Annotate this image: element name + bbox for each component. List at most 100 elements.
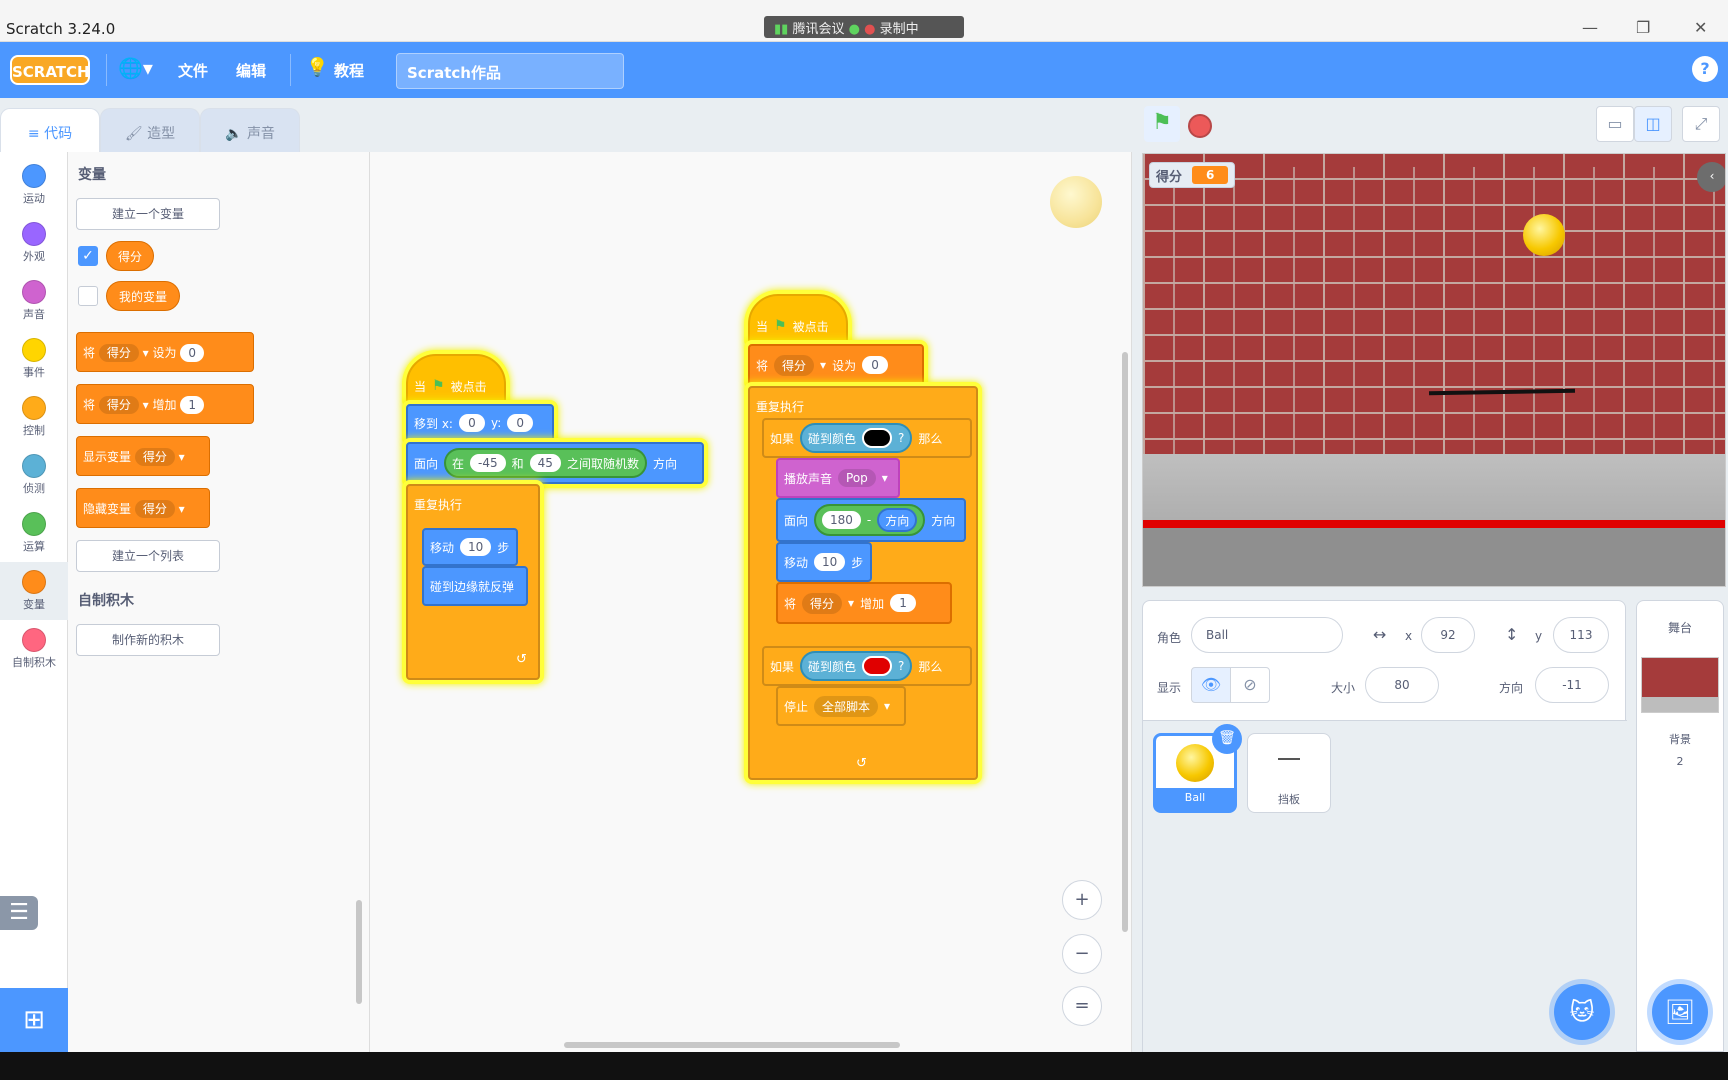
globe-icon[interactable]: 🌐▾ bbox=[118, 56, 153, 80]
menu-file[interactable]: 文件 bbox=[178, 60, 208, 81]
category-events[interactable]: 事件 bbox=[0, 330, 68, 388]
script1-move-block[interactable]: 移动 10 步 bbox=[422, 528, 518, 566]
sprite-info: 角色 Ball ↔ x 92 ↕ y 113 显示 👁 ⊘ 大小 80 方向 -… bbox=[1143, 601, 1627, 721]
script-scrollbar-v[interactable] bbox=[1122, 352, 1128, 932]
menu-tutorials[interactable]: 教程 bbox=[334, 60, 364, 81]
meeting-label: 腾讯会议 bbox=[792, 22, 845, 37]
chevron-left-icon[interactable]: ‹ bbox=[1697, 162, 1725, 192]
category-motion[interactable]: 运动 bbox=[0, 156, 68, 214]
green-flag-button[interactable]: ⚑ bbox=[1144, 106, 1180, 142]
stage-canvas[interactable]: 得分 6 ‹ bbox=[1142, 153, 1726, 587]
category-looks[interactable]: 外观 bbox=[0, 214, 68, 272]
direction-label: 方向 bbox=[1499, 681, 1524, 695]
set-variable-block[interactable]: 将 得分 ▾ 设为 0 bbox=[76, 332, 254, 372]
recording-label: 录制中 bbox=[879, 22, 919, 37]
y-input[interactable]: 113 bbox=[1553, 617, 1609, 653]
signal-icon: ▮▮ bbox=[774, 22, 789, 37]
script2-move-block[interactable]: 移动 10 步 bbox=[776, 542, 872, 582]
add-sprite-button[interactable]: 🐱 bbox=[1554, 984, 1610, 1040]
score-checkbox[interactable]: ✓ bbox=[78, 246, 98, 266]
script1-when-flag-block[interactable]: 当 ⚑ 被点击 bbox=[406, 354, 506, 404]
stage-controls: ⚑ ▭ ◫ ⤢ bbox=[1140, 98, 1728, 152]
sprite-name-input[interactable]: Ball bbox=[1191, 617, 1343, 653]
trash-icon[interactable]: 🗑 bbox=[1212, 724, 1242, 754]
my-variable-reporter[interactable]: 我的变量 bbox=[106, 281, 180, 311]
lightbulb-icon[interactable]: 💡 bbox=[306, 57, 328, 78]
hide-variable-block[interactable]: 隐藏变量 得分 ▾ bbox=[76, 488, 210, 528]
category-sound[interactable]: 声音 bbox=[0, 272, 68, 330]
direction-reporter: 方向 bbox=[877, 508, 918, 532]
tab-code[interactable]: ≡ 代码 bbox=[0, 108, 100, 152]
stop-button[interactable] bbox=[1188, 114, 1212, 138]
meeting-indicator[interactable]: ▮▮ 腾讯会议 ● ● 录制中 bbox=[764, 16, 964, 38]
eye-off-icon: ⊘ bbox=[1243, 675, 1257, 694]
fullscreen-button[interactable]: ⤢ bbox=[1682, 106, 1720, 142]
script2-stop-block[interactable]: 停止 全部脚本 ▾ bbox=[776, 686, 906, 726]
size-label: 大小 bbox=[1331, 681, 1356, 695]
my-variable-checkbox[interactable] bbox=[78, 286, 98, 306]
script2-point-block[interactable]: 面向 180- 方向 方向 bbox=[776, 498, 966, 542]
brush-icon: 🖌 bbox=[124, 126, 143, 142]
script1-bounce-block[interactable]: 碰到边缘就反弹 bbox=[422, 566, 528, 606]
hide-sprite-button[interactable]: ⊘ bbox=[1230, 667, 1270, 703]
category-variables[interactable]: 变量 bbox=[0, 562, 68, 620]
score-reporter[interactable]: 得分 bbox=[106, 241, 154, 271]
script2-change-variable-block[interactable]: 将得分 ▾ 增加 1 bbox=[776, 582, 952, 624]
size-input[interactable]: 80 bbox=[1365, 667, 1439, 703]
script1-goto-block[interactable]: 移到 x: 0 y: 0 bbox=[406, 404, 554, 442]
list-icon[interactable]: ☰ bbox=[0, 896, 38, 930]
minimize-icon[interactable]: — bbox=[1582, 18, 1598, 37]
change-variable-block[interactable]: 将 得分 ▾ 增加 1 bbox=[76, 384, 254, 424]
tab-costumes[interactable]: 🖌 造型 bbox=[100, 108, 200, 152]
script2-if-red-block[interactable]: 如果 碰到颜色? 那么 bbox=[762, 646, 972, 686]
ball-sprite[interactable] bbox=[1523, 214, 1565, 256]
mic-icon: ● bbox=[848, 22, 860, 37]
block-palette: 变量 建立一个变量 ✓ 得分 我的变量 将 得分 ▾ 设为 0 将 得分 ▾ 增… bbox=[68, 152, 370, 1052]
script-scrollbar-h[interactable] bbox=[564, 1042, 900, 1048]
add-extension-button[interactable]: ⊞ bbox=[0, 988, 68, 1052]
stage-heading: 舞台 bbox=[1667, 621, 1692, 635]
category-control[interactable]: 控制 bbox=[0, 388, 68, 446]
script2-play-sound-block[interactable]: 播放声音 Pop ▾ bbox=[776, 458, 900, 498]
tab-sounds[interactable]: 🔈 声音 bbox=[200, 108, 300, 152]
small-stage-button[interactable]: ▭ bbox=[1596, 106, 1634, 142]
category-sensing[interactable]: 侦测 bbox=[0, 446, 68, 504]
variables-heading: 变量 bbox=[78, 167, 106, 183]
zoom-reset-button[interactable]: = bbox=[1062, 986, 1102, 1026]
make-variable-button[interactable]: 建立一个变量 bbox=[76, 198, 220, 230]
project-title-input[interactable]: Scratch作品 bbox=[396, 53, 624, 89]
maximize-icon[interactable]: ❐ bbox=[1636, 18, 1650, 37]
sprite-pane: 角色 Ball ↔ x 92 ↕ y 113 显示 👁 ⊘ 大小 80 方向 -… bbox=[1142, 600, 1627, 1053]
menu-edit[interactable]: 编辑 bbox=[236, 60, 266, 81]
make-list-button[interactable]: 建立一个列表 bbox=[76, 540, 220, 572]
script2-if-black-block[interactable]: 如果 碰到颜色? 那么 bbox=[762, 418, 972, 458]
make-block-button[interactable]: 制作新的积木 bbox=[76, 624, 220, 656]
large-stage-button[interactable]: ◫ bbox=[1634, 106, 1672, 142]
category-my-blocks[interactable]: 自制积木 bbox=[0, 620, 68, 678]
direction-input[interactable]: -11 bbox=[1535, 667, 1609, 703]
close-icon[interactable]: ✕ bbox=[1694, 18, 1707, 37]
script2-set-variable-block[interactable]: 将得分 ▾ 设为 0 bbox=[748, 344, 924, 386]
record-icon: ● bbox=[864, 22, 876, 37]
zoom-in-button[interactable]: + bbox=[1062, 880, 1102, 920]
category-operators[interactable]: 运算 bbox=[0, 504, 68, 562]
sprite-indicator bbox=[1050, 176, 1102, 228]
add-backdrop-button[interactable]: 🖼 bbox=[1652, 984, 1708, 1040]
script-area[interactable]: 当 ⚑ 被点击 移到 x: 0 y: 0 面向 在 -45 和 45 之间取随机数 方向 重复执行… bbox=[370, 152, 1132, 1052]
color-swatch-black bbox=[862, 428, 893, 448]
backdrop-count: 2 bbox=[1676, 755, 1684, 768]
image-plus-icon: 🖼 bbox=[1664, 998, 1696, 1026]
zoom-out-button[interactable]: − bbox=[1062, 934, 1102, 974]
sprite-tile-paddle[interactable]: 挡板 bbox=[1247, 733, 1331, 813]
help-icon[interactable]: ? bbox=[1692, 56, 1718, 82]
x-input[interactable]: 92 bbox=[1421, 617, 1475, 653]
show-variable-block[interactable]: 显示变量 得分 ▾ bbox=[76, 436, 210, 476]
score-monitor[interactable]: 得分 6 bbox=[1149, 162, 1236, 188]
palette-scrollbar[interactable] bbox=[356, 900, 362, 1004]
script2-when-flag-block[interactable]: 当 ⚑ 被点击 bbox=[748, 294, 848, 344]
show-sprite-button[interactable]: 👁 bbox=[1191, 667, 1231, 703]
scratch-logo[interactable]: SCRATCH bbox=[10, 55, 90, 85]
script1-point-block[interactable]: 面向 在 -45 和 45 之间取随机数 方向 bbox=[406, 442, 704, 484]
extension-icon: ⊞ bbox=[23, 1005, 45, 1035]
eye-icon: 👁 bbox=[1200, 675, 1222, 694]
